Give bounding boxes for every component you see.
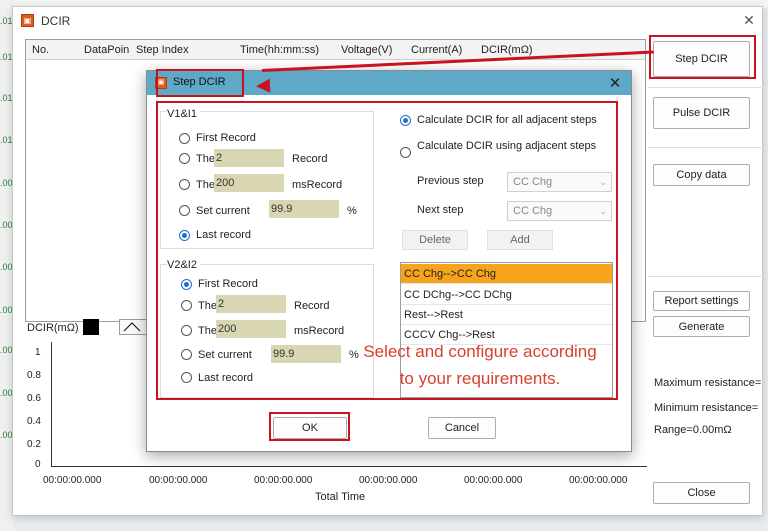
column-header[interactable]: No. bbox=[32, 44, 49, 56]
divider bbox=[648, 87, 763, 88]
y-tick-label: 0 bbox=[35, 459, 41, 470]
arrow-head-icon bbox=[255, 78, 271, 94]
close-icon[interactable]: ✕ bbox=[607, 74, 623, 92]
x-tick-label: 00:00:00.000 bbox=[254, 475, 313, 486]
gutter-label: .00 bbox=[0, 220, 13, 230]
line-style-button[interactable] bbox=[119, 319, 149, 335]
y-tick-label: 0.4 bbox=[27, 416, 41, 427]
line-chart-icon bbox=[123, 322, 141, 332]
column-header[interactable]: DCIR(mΩ) bbox=[481, 44, 533, 56]
gutter-label: .00 bbox=[0, 430, 13, 440]
generate-button[interactable]: Generate bbox=[653, 316, 750, 337]
divider bbox=[648, 147, 763, 148]
report-settings-button[interactable]: Report settings bbox=[653, 291, 750, 311]
x-axis-label: Total Time bbox=[315, 491, 366, 503]
column-header[interactable]: Step Index bbox=[136, 44, 189, 56]
x-tick-label: 00:00:00.000 bbox=[359, 475, 418, 486]
close-button[interactable]: Close bbox=[653, 482, 750, 504]
window-title: DCIR bbox=[41, 14, 71, 28]
x-tick-label: 00:00:00.000 bbox=[464, 475, 523, 486]
annotation-box-dialog-content bbox=[156, 101, 618, 400]
gutter-label: .01 bbox=[0, 93, 13, 103]
annotation-box-dialog-title bbox=[156, 69, 244, 97]
y-tick-label: 1 bbox=[35, 347, 41, 358]
pulse-dcir-button[interactable]: Pulse DCIR bbox=[653, 97, 750, 129]
chart-label: DCIR(mΩ) bbox=[27, 322, 79, 334]
y-tick-label: 0.8 bbox=[27, 370, 41, 381]
column-header[interactable]: Time(hh:mm:ss) bbox=[240, 44, 319, 56]
min-resistance-text: Minimum resistance= bbox=[654, 402, 759, 414]
annotation-box-step-dcir bbox=[649, 35, 756, 79]
column-header[interactable]: DataPoin bbox=[84, 44, 129, 56]
column-header[interactable]: Current(A) bbox=[411, 44, 462, 56]
x-tick-label: 00:00:00.000 bbox=[43, 475, 102, 486]
y-tick-label: 0.2 bbox=[27, 439, 41, 450]
range-text: Range=0.00mΩ bbox=[654, 424, 732, 436]
gutter-label: .00 bbox=[0, 262, 13, 272]
gutter-label: .00 bbox=[0, 178, 13, 188]
window-titlebar: ▣ DCIR ✕ bbox=[13, 7, 762, 33]
close-icon[interactable]: ✕ bbox=[741, 12, 757, 29]
gutter-label: .00 bbox=[0, 305, 13, 315]
x-tick-label: 00:00:00.000 bbox=[569, 475, 628, 486]
series-color-swatch[interactable] bbox=[83, 319, 99, 335]
annotation-box-ok bbox=[269, 412, 350, 441]
column-header[interactable]: Voltage(V) bbox=[341, 44, 392, 56]
gutter-label: .01 bbox=[0, 135, 13, 145]
gutter-label: .00 bbox=[0, 388, 13, 398]
gutter-label: .01 bbox=[0, 52, 13, 62]
copy-data-button[interactable]: Copy data bbox=[653, 164, 750, 186]
gutter-label: .00 bbox=[0, 345, 13, 355]
cancel-button[interactable]: Cancel bbox=[428, 417, 496, 439]
divider bbox=[648, 276, 763, 277]
gutter-label: .01 bbox=[0, 16, 13, 26]
app-icon: ▣ bbox=[21, 14, 34, 27]
x-tick-label: 00:00:00.000 bbox=[149, 475, 208, 486]
max-resistance-text: Maximum resistance= bbox=[654, 377, 762, 389]
y-tick-label: 0.6 bbox=[27, 393, 41, 404]
